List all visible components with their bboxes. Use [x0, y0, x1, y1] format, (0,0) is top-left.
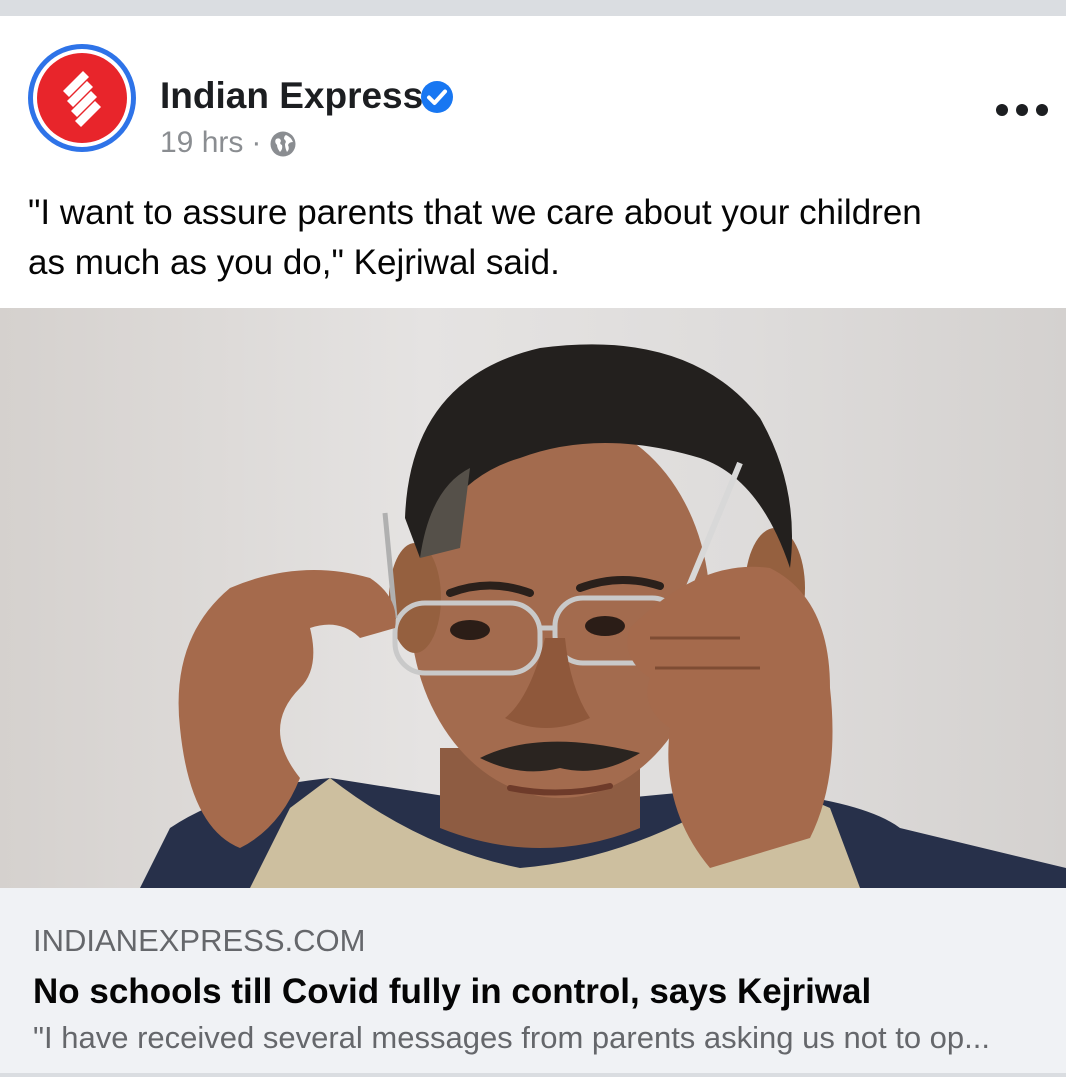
kejriwal-photo-illustration [140, 344, 1066, 888]
post-caption: "I want to assure parents that we care a… [28, 193, 922, 282]
feed-separator [0, 0, 1066, 16]
post-header: Indian Express 19 hrs · [0, 16, 1066, 166]
logo-stripes-icon [63, 71, 101, 127]
page-avatar[interactable] [28, 44, 136, 152]
page-name[interactable]: Indian Express [160, 74, 423, 118]
more-options-icon[interactable] [996, 90, 1048, 130]
link-headline[interactable]: No schools till Covid fully in control, … [33, 970, 871, 1014]
facebook-post: Indian Express 19 hrs · "I want to assur… [0, 16, 1066, 1073]
link-domain: INDIANEXPRESS.COM [33, 923, 366, 958]
post-photo[interactable] [0, 308, 1066, 888]
link-description: "I have received several messages from p… [33, 1020, 990, 1055]
meta-separator: · [251, 126, 262, 159]
globe-icon[interactable] [269, 130, 297, 158]
post-meta: 19 hrs · [160, 124, 297, 162]
indian-express-logo [37, 53, 127, 143]
post-timestamp[interactable]: 19 hrs [160, 124, 243, 162]
link-preview[interactable]: INDIANEXPRESS.COM No schools till Covid … [0, 888, 1066, 1073]
verified-badge-icon [421, 81, 453, 113]
